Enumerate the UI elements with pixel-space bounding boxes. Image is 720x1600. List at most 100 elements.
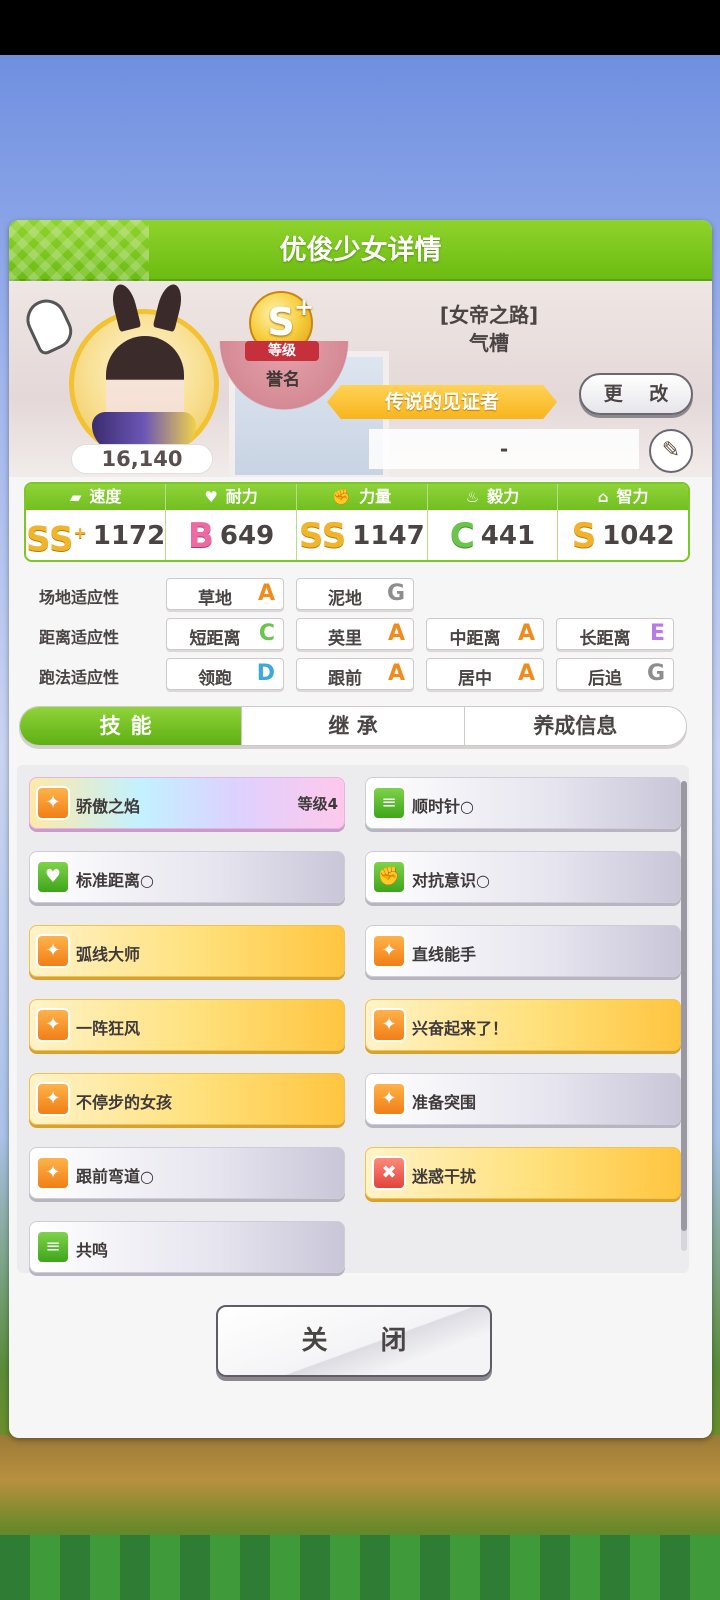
stat-speed-header: ▰ 速度 [26,484,166,510]
skill-name: 标准距离○ [76,871,154,890]
heart-icon: ♥ [204,488,218,506]
skill-name: 兴奋起来了！ [412,1019,509,1038]
carrot-icon[interactable] [19,292,79,358]
stat-stamina-body: B 649 [166,510,296,560]
skill-heart-icon: ♥ [36,860,70,894]
skill-name: 顺时针○ [412,797,474,816]
stat-power-value: 1147 [352,521,425,551]
skill-item[interactable]: ✊ 对抗意识○ [365,851,681,903]
aptitude-rank: E [649,621,665,646]
arm-icon: ✊ [332,488,352,506]
skill-name: 骄傲之焰 [76,797,141,816]
skill-item[interactable]: ✦ 跟前弯道○ [29,1147,345,1199]
skill-item[interactable]: ≡ 共鸣 [29,1221,345,1273]
stat-guts-header: ♨ 毅力 [427,484,558,510]
skill-item[interactable]: ✦ 骄傲之焰 等级4 [29,777,345,829]
aptitude-name: 跟前 [328,669,362,689]
stat-guts-grade: C [449,516,475,556]
rank-caption: 誉名 [266,370,300,390]
stat-stamina: ♥ 耐力 B 649 [166,484,297,560]
tab-training-info[interactable]: 养成信息 [465,707,686,745]
aptitude-rank: G [646,661,665,686]
skill-horseshoe-icon: ✦ [36,934,70,968]
skill-name: 弧线大师 [76,945,141,964]
shoe-icon: ▰ [69,488,82,506]
stats-panel: ▰ 速度 SS+ 1172 ♥ 耐力 B 649 ✊ 力量 SS 1147 ♨ 毅力 C 441… [24,482,690,562]
skill-debuff-icon: ✖ [372,1156,406,1190]
profile-banner: 16,140 S + 等级 誉名 [女帝之路] 气槽 传说的见证者 更 改 - … [9,281,712,477]
skill-item[interactable]: ✦ 准备突围 [365,1073,681,1125]
stat-wisdom-header: ⌂ 智力 [558,484,688,510]
aptitude-front: 领跑 D [166,658,284,690]
skill-name: 共鸣 [76,1241,109,1260]
rank-ribbon: 等级 [245,341,319,361]
skill-name: 对抗意识○ [412,871,490,890]
evaluation-score: 16,140 [71,444,213,474]
rank-plus: + [294,293,315,321]
ear-left [108,282,142,332]
stat-wisdom-body: S 1042 [558,510,688,560]
skill-name: 迷惑干扰 [412,1167,477,1186]
skills-scrollbar[interactable] [681,781,687,1251]
stat-stamina-header: ♥ 耐力 [166,484,296,510]
aptitude-turf: 草地 A [166,578,284,610]
graduation-cap-icon: ⌂ [597,488,609,506]
close-button[interactable]: 关 闭 [216,1305,492,1377]
stat-guts: ♨ 毅力 C 441 [427,484,559,560]
skills-scrollbar-thumb[interactable] [681,781,687,1231]
skill-item[interactable]: ✦ 不停步的女孩 [29,1073,345,1125]
pencil-icon: ✎ [661,438,681,463]
skill-item[interactable]: ✖ 迷惑干扰 [365,1147,681,1199]
aptitude-style-row: 跑法适应性 领跑 D 跟前 A 居中 A 后追 G [39,658,689,690]
stat-guts-label: 毅力 [487,487,520,506]
skill-name: 准备突围 [412,1093,477,1112]
skill-item[interactable]: ≡ 顺时针○ [365,777,681,829]
skill-item[interactable]: ✦ 直线能手 [365,925,681,977]
aptitude-medium: 中距离 A [426,618,544,650]
aptitude-track-row: 场地适应性 草地 A 泥地 G [39,578,689,610]
flame-icon: ♨ [465,488,480,506]
epithet: [女帝之路] 气槽 [389,301,589,357]
aptitude-name: 后追 [588,669,622,689]
stat-wisdom-label: 智力 [616,487,649,506]
aptitude-distance-row: 距离适应性 短距离 C 英里 A 中距离 A 长距离 E [39,618,689,650]
aptitude-rank: G [386,581,405,606]
skill-name: 直线能手 [412,945,477,964]
subtitle-bar: - [369,429,639,469]
aptitude-pace: 跟前 A [296,658,414,690]
stat-guts-body: C 441 [428,510,558,560]
aptitude-track-label: 场地适应性 [39,588,120,607]
stat-stamina-grade: B [187,516,214,556]
stat-speed-grade-plus: + [73,522,87,542]
tab-skills[interactable]: 技能 [20,707,243,745]
stat-power-body: SS 1147 [297,510,427,560]
aptitude-rank: A [517,621,535,646]
aptitude-name: 居中 [458,669,492,689]
skill-item[interactable]: ✦ 兴奋起来了！ [365,999,681,1051]
aptitude-name: 中距离 [449,629,501,649]
title-plate: 传说的见证者 [327,385,557,419]
aptitude-name: 短距离 [189,629,241,649]
skill-item[interactable]: ✦ 弧线大师 [29,925,345,977]
aptitude-short: 短距离 C [166,618,284,650]
aptitude-rank: A [387,621,405,646]
grass-scenery [0,1535,720,1600]
edit-button[interactable]: ✎ [649,429,693,473]
stat-speed: ▰ 速度 SS+ 1172 [26,484,167,560]
aptitude-mile: 英里 A [296,618,414,650]
stat-speed-grade: SS+ [26,519,87,560]
aptitude-rank: A [257,581,275,606]
skill-item[interactable]: ✦ 一阵狂风 [29,999,345,1051]
aptitude-late: 居中 A [426,658,544,690]
aptitude-rank: A [387,661,405,686]
aptitude-end: 后追 G [556,658,674,690]
skills-panel: ✦ 骄傲之焰 等级4 ≡ 顺时针○ ♥ 标准距离○ ✊ 对抗意识○ ✦ 弧线大师… [17,765,689,1273]
aptitude-rank: D [256,661,275,686]
skill-item[interactable]: ♥ 标准距离○ [29,851,345,903]
change-button[interactable]: 更 改 [579,373,693,415]
stat-wisdom-grade: S [571,516,597,556]
epithet-line-2: 气槽 [469,331,509,355]
stat-speed-value: 1172 [92,521,166,551]
aptitude-name: 泥地 [328,589,362,609]
tab-inherit[interactable]: 继 承 [242,707,465,745]
